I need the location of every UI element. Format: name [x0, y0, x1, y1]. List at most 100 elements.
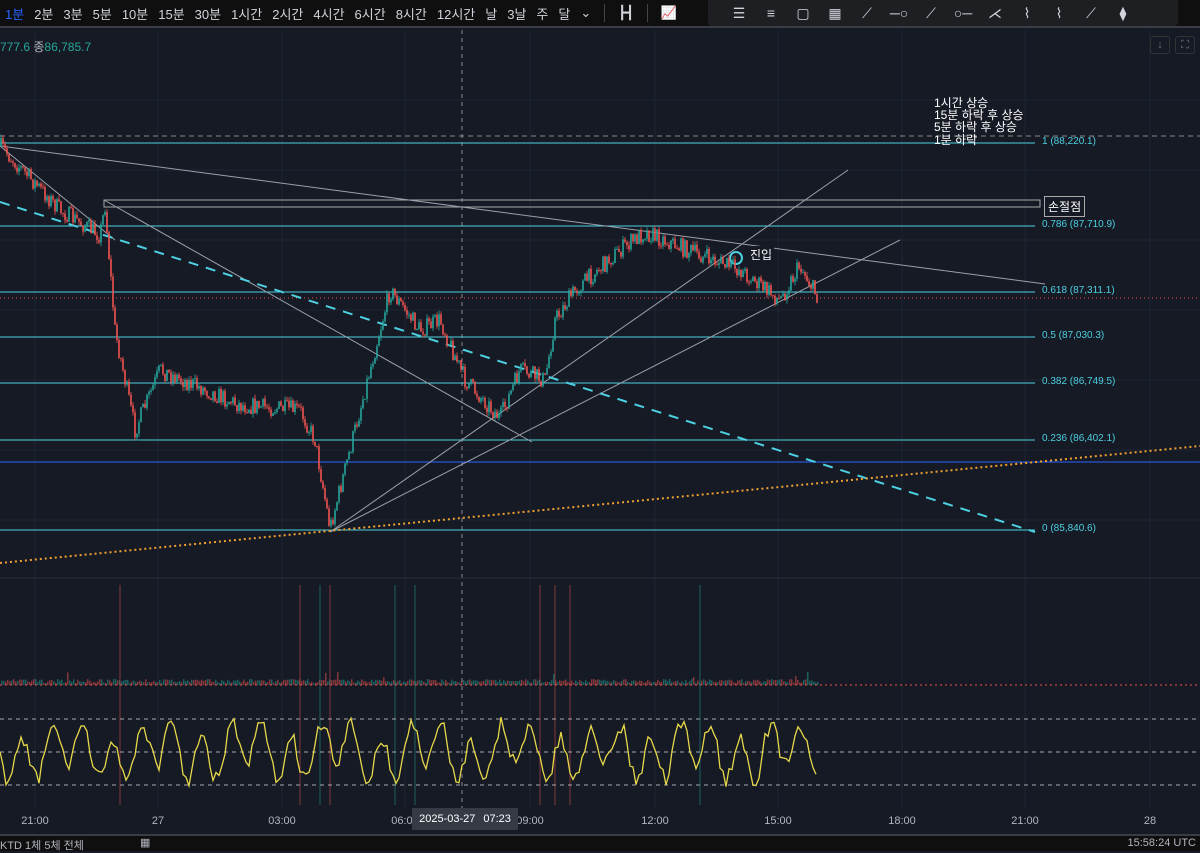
timeframe-6[interactable]: 30분 [190, 4, 226, 23]
candle-body [704, 254, 706, 257]
volume-bar [285, 680, 287, 685]
volume-bar [63, 682, 65, 685]
volume-bar [723, 681, 725, 685]
candle-body [436, 315, 438, 327]
scroll-down-icon[interactable]: ↓ [1150, 36, 1170, 54]
volume-bar [5, 681, 7, 685]
volume-bar [669, 679, 671, 685]
entry-label[interactable]: 진입 [748, 246, 775, 263]
volume-bar [559, 680, 561, 685]
timeframe-14[interactable]: 3날 [502, 4, 531, 23]
timeframe-8[interactable]: 2시간 [267, 4, 308, 23]
volume-bar [99, 679, 101, 685]
candle-body [122, 359, 124, 371]
volume-bar [605, 680, 607, 685]
candle-body [142, 403, 144, 408]
extended-line-icon[interactable]: ⟋ [1080, 3, 1102, 23]
timeframe-16[interactable]: 달 [553, 4, 575, 23]
long-short-position-icon[interactable]: ⧫ [1112, 3, 1134, 23]
volume-bar [297, 680, 299, 685]
candle-body [748, 281, 750, 283]
candle-body [42, 186, 44, 188]
volume-bar [253, 681, 255, 685]
timeframe-3[interactable]: 5분 [88, 4, 117, 23]
grid-icon[interactable]: ▦ [824, 3, 846, 23]
volume-bar [469, 679, 471, 685]
candle-body [358, 420, 360, 427]
volume-bar [709, 679, 711, 685]
candle-body [636, 234, 638, 244]
candle-body [566, 306, 568, 310]
timeframe-0[interactable]: 1분 [0, 4, 29, 23]
candle-body [296, 403, 298, 406]
volume-bar [209, 679, 211, 685]
candle-body [710, 259, 712, 264]
timeframe-12[interactable]: 12시간 [432, 4, 480, 23]
parallel-segments-icon[interactable]: ⟋ [856, 3, 878, 23]
ray-icon[interactable]: ○─ [952, 3, 974, 23]
timeframe-5[interactable]: 15분 [153, 4, 189, 23]
candle-body [564, 305, 566, 310]
candle-body [492, 412, 494, 418]
indicators-icon[interactable]: 📈 [656, 5, 682, 21]
volume-bar [553, 674, 555, 685]
volume-bar [685, 679, 687, 685]
calendar-icon[interactable]: ▦ [140, 836, 150, 849]
timeframe-15[interactable]: 주 [531, 4, 553, 23]
horizontal-lines-icon[interactable]: ☰ [728, 3, 750, 23]
volume-bar [603, 679, 605, 685]
timeframe-7[interactable]: 1시간 [226, 4, 267, 23]
pattern-icon[interactable]: ⌇ [1016, 3, 1038, 23]
candle-body [714, 256, 716, 265]
candle-body [178, 374, 180, 379]
volume-bar [771, 679, 773, 685]
volume-bar [567, 682, 569, 685]
chevron-down-icon[interactable]: ⌄ [575, 5, 596, 21]
volume-bar [575, 680, 577, 685]
candle-body [158, 365, 160, 371]
pitchfork-icon[interactable]: ⋌ [984, 3, 1006, 23]
volume-bar [445, 680, 447, 685]
timeframe-9[interactable]: 4시간 [308, 4, 349, 23]
volume-bar [731, 680, 733, 685]
timeframe-2[interactable]: 3분 [58, 4, 87, 23]
rectangle-icon[interactable]: ▢ [792, 3, 814, 23]
parallel-channel-icon[interactable]: ≡ [760, 3, 782, 23]
candle-body [558, 310, 560, 317]
candle-body [374, 358, 376, 364]
volume-bar [597, 679, 599, 685]
volume-bar [739, 680, 741, 685]
time-axis[interactable]: 21:00 27 03:00 06:00 09:00 12:00 15:00 18:00 21:… [0, 808, 1200, 834]
candle-body [742, 270, 744, 278]
timeframe-11[interactable]: 8시간 [391, 4, 432, 23]
volume-bar [147, 682, 149, 685]
candle-body [752, 277, 754, 282]
candle-body [578, 292, 580, 294]
candle-body [498, 413, 500, 419]
stop-loss-label[interactable]: 손절점 [1044, 196, 1086, 217]
price-chart[interactable] [0, 30, 1200, 808]
pattern-2-icon[interactable]: ⌇ [1048, 3, 1070, 23]
candle-body [4, 143, 6, 149]
candle-body [450, 340, 452, 345]
volume-bar [595, 680, 597, 685]
volume-bar [625, 679, 627, 685]
candle-body [530, 370, 532, 378]
timeframe-13[interactable]: 날 [480, 4, 502, 23]
fullscreen-icon[interactable]: ⛶ [1175, 36, 1195, 54]
volume-bar [643, 682, 645, 685]
timeframe-10[interactable]: 6시간 [350, 4, 391, 23]
timeframe-4[interactable]: 10분 [117, 4, 153, 23]
candle-body [172, 374, 174, 383]
candles-icon[interactable]: ┣┫ [613, 5, 639, 21]
candle-body [20, 166, 22, 168]
candle-body [334, 510, 336, 525]
timeframe-1[interactable]: 2분 [29, 4, 58, 23]
horizontal-ray-icon[interactable]: ─○ [888, 3, 910, 23]
trend-line-icon[interactable]: ⟋ [920, 3, 942, 23]
volume-bar [719, 680, 721, 685]
volume-bar [93, 681, 95, 685]
volume-bar [653, 681, 655, 685]
note-1m: 1분 하락 [934, 133, 978, 147]
candle-body [684, 240, 686, 257]
